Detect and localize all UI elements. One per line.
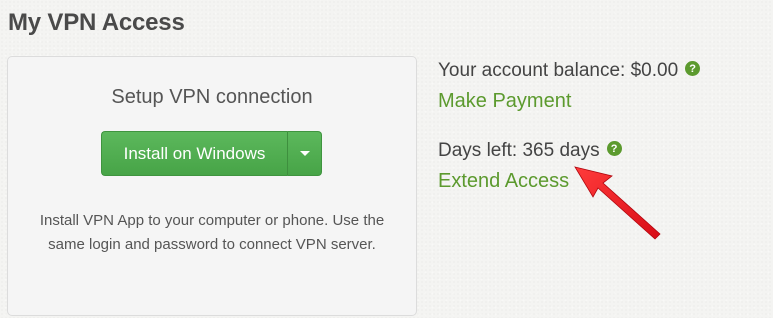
- install-options-dropdown-button[interactable]: [287, 131, 322, 176]
- make-payment-link[interactable]: Make Payment: [438, 90, 571, 113]
- days-left-row: Days left: 365 days ?: [438, 140, 622, 162]
- account-balance-text: Your account balance: $0.00: [438, 60, 679, 81]
- page-title: My VPN Access: [8, 9, 185, 36]
- install-button-group: Install on Windows: [101, 131, 322, 176]
- caret-down-icon: [299, 151, 310, 156]
- arrow-shape: [574, 166, 661, 240]
- question-circle-icon[interactable]: ?: [685, 61, 701, 76]
- setup-vpn-panel: Setup VPN connection Install on Windows …: [7, 56, 417, 316]
- account-balance-row: Your account balance: $0.00 ?: [438, 60, 701, 82]
- panel-heading: Setup VPN connection: [111, 86, 313, 108]
- extend-access-link[interactable]: Extend Access: [438, 170, 569, 193]
- panel-description: Install VPN App to your computer or phon…: [39, 212, 385, 253]
- install-on-windows-button[interactable]: Install on Windows: [101, 131, 287, 176]
- days-left-text: Days left: 365 days: [438, 140, 600, 161]
- question-circle-icon[interactable]: ?: [606, 141, 622, 156]
